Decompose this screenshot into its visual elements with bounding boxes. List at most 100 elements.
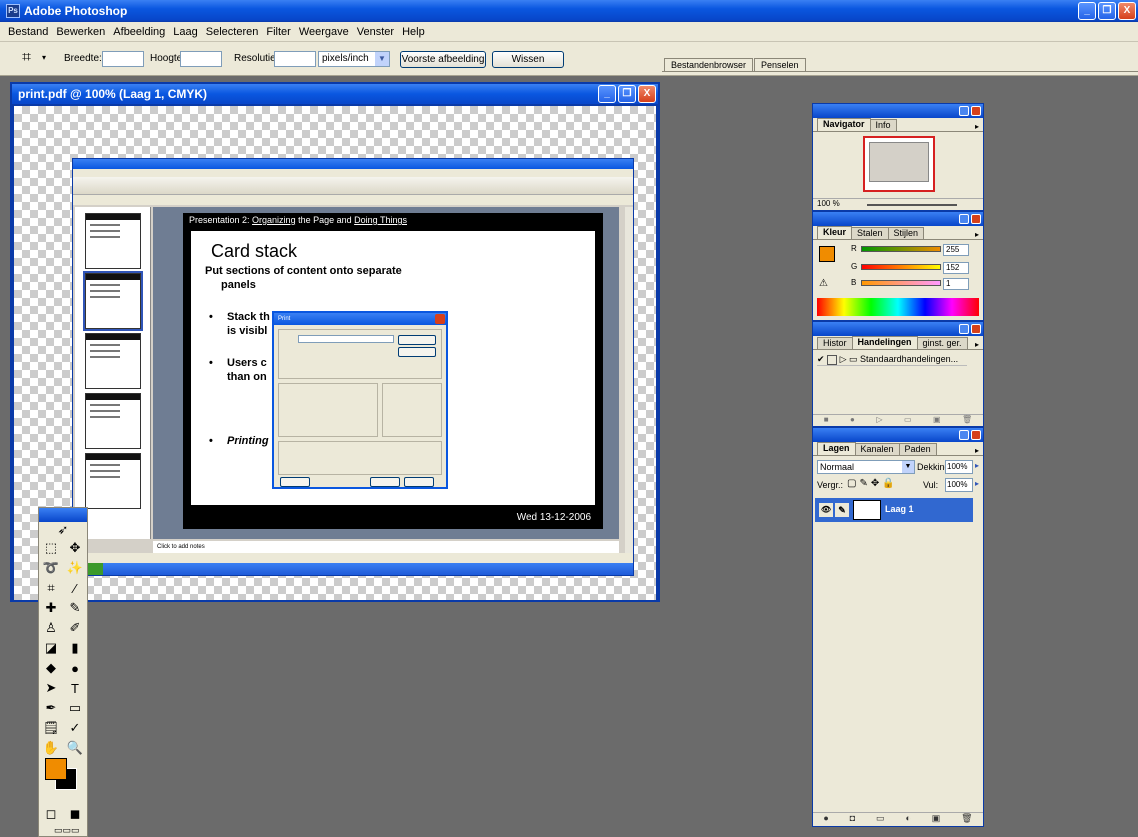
brush-tool-icon[interactable]: ✎: [66, 600, 84, 616]
palette-minimize-icon[interactable]: [959, 106, 969, 116]
palette-close-icon[interactable]: [971, 324, 981, 334]
screen-mode-icon[interactable]: ▭▭▭: [54, 825, 80, 836]
standard-mode-icon[interactable]: ◻: [42, 806, 60, 822]
menu-selecteren[interactable]: Selecteren: [202, 26, 263, 38]
eye-icon[interactable]: 👁: [819, 503, 833, 517]
shape-tool-icon[interactable]: ▭: [66, 700, 84, 716]
action-set-row[interactable]: ✔ ▷ ▭ Standaardhandelingen...: [817, 352, 967, 366]
layer-mask-icon[interactable]: ◘: [850, 813, 855, 826]
height-input[interactable]: [180, 51, 222, 67]
menu-weergave[interactable]: Weergave: [295, 26, 353, 38]
doc-close-button[interactable]: X: [638, 85, 656, 103]
resolution-input[interactable]: [274, 51, 316, 67]
menu-laag[interactable]: Laag: [169, 26, 201, 38]
palette-minimize-icon[interactable]: [959, 430, 969, 440]
dialog-toggle-icon[interactable]: [827, 354, 838, 365]
layer-style-icon[interactable]: ●: [823, 813, 828, 826]
trash-icon[interactable]: 🗑: [962, 415, 972, 426]
document-title-bar[interactable]: print.pdf @ 100% (Laag 1, CMYK) _ ❐ X: [12, 84, 658, 104]
clear-button[interactable]: Wissen: [492, 51, 564, 68]
r-value[interactable]: 255: [943, 244, 969, 256]
opacity-input[interactable]: 100%: [945, 460, 973, 474]
color-swatches[interactable]: [45, 758, 81, 794]
menu-help[interactable]: Help: [398, 26, 429, 38]
stop-icon[interactable]: ■: [824, 415, 829, 426]
brushes-tab[interactable]: Penselen: [754, 58, 806, 72]
new-action-icon[interactable]: ▣: [933, 415, 941, 426]
restore-button[interactable]: ❐: [1098, 2, 1116, 20]
palette-titlebar[interactable]: [813, 428, 983, 442]
close-button[interactable]: X: [1118, 2, 1136, 20]
palette-menu-arrow-icon[interactable]: ▸: [975, 446, 979, 455]
palette-titlebar[interactable]: [813, 212, 983, 226]
slice-tool-icon[interactable]: ⁄: [66, 581, 84, 596]
healing-brush-tool-icon[interactable]: ✚: [42, 600, 60, 616]
b-slider[interactable]: [861, 280, 941, 286]
front-image-button[interactable]: Voorste afbeelding: [400, 51, 486, 68]
check-icon[interactable]: ✔: [817, 354, 825, 364]
g-slider[interactable]: [861, 264, 941, 270]
marquee-tool-icon[interactable]: ⬚: [42, 540, 60, 556]
tab-info[interactable]: Info: [869, 119, 897, 131]
tab-swatches[interactable]: Stalen: [851, 227, 889, 239]
notes-tool-icon[interactable]: 🗒: [42, 720, 60, 736]
history-brush-tool-icon[interactable]: ✐: [66, 620, 84, 636]
lock-icons[interactable]: ▢✎✥🔒: [847, 478, 898, 489]
palette-close-icon[interactable]: [971, 106, 981, 116]
tab-paths[interactable]: Paden: [898, 443, 937, 455]
new-group-icon[interactable]: ▭: [876, 813, 885, 826]
blur-tool-icon[interactable]: ◆: [42, 660, 60, 676]
eyedropper-tool-icon[interactable]: ✓: [66, 720, 84, 736]
foreground-color-swatch[interactable]: [45, 758, 67, 780]
clone-stamp-tool-icon[interactable]: ♙: [42, 620, 60, 636]
fill-arrow-icon[interactable]: ▸: [975, 479, 979, 488]
r-slider[interactable]: [861, 246, 941, 252]
crop-tool-icon[interactable]: ⌗: [22, 49, 31, 67]
tab-channels[interactable]: Kanalen: [854, 443, 900, 455]
record-icon[interactable]: ●: [850, 415, 855, 426]
file-browser-tab[interactable]: Bestandenbrowser: [664, 58, 754, 72]
minimize-button[interactable]: _: [1078, 2, 1096, 20]
photoshop-feather-icon[interactable]: ➶: [54, 522, 72, 538]
palette-minimize-icon[interactable]: [959, 214, 969, 224]
zoom-slider[interactable]: [867, 204, 957, 206]
palette-menu-arrow-icon[interactable]: ▸: [975, 340, 979, 349]
trash-icon[interactable]: 🗑: [961, 813, 972, 826]
tab-color[interactable]: Kleur: [817, 226, 853, 239]
expand-arrow-icon[interactable]: ▷: [840, 354, 847, 364]
new-layer-icon[interactable]: ▣: [932, 813, 941, 826]
play-icon[interactable]: ▷: [876, 415, 882, 426]
palette-menu-arrow-icon[interactable]: ▸: [975, 230, 979, 239]
b-value[interactable]: 1: [943, 278, 969, 290]
lasso-tool-icon[interactable]: ➰: [42, 560, 60, 576]
resolution-unit-select[interactable]: pixels/inch ▼: [318, 51, 390, 67]
hand-tool-icon[interactable]: ✋: [42, 740, 60, 756]
gradient-tool-icon[interactable]: ▮: [66, 640, 84, 656]
palette-close-icon[interactable]: [971, 214, 981, 224]
tab-layers[interactable]: Lagen: [817, 442, 856, 455]
adjustment-layer-icon[interactable]: ◐: [905, 813, 910, 826]
doc-minimize-button[interactable]: _: [598, 85, 616, 103]
brush-icon[interactable]: ✎: [835, 503, 849, 517]
move-tool-icon[interactable]: ✥: [66, 540, 84, 556]
navigator-preview-image[interactable]: [863, 136, 935, 192]
menu-afbeelding[interactable]: Afbeelding: [109, 26, 169, 38]
menu-venster[interactable]: Venster: [353, 26, 398, 38]
palette-titlebar[interactable]: [813, 104, 983, 118]
crop-tool-icon[interactable]: ⌗: [42, 580, 60, 596]
pen-tool-icon[interactable]: ✒: [42, 700, 60, 716]
new-set-icon[interactable]: ▭: [904, 415, 912, 426]
palette-minimize-icon[interactable]: [959, 324, 969, 334]
palette-titlebar[interactable]: [813, 322, 983, 336]
fill-input[interactable]: 100%: [945, 478, 973, 492]
quick-mask-mode-icon[interactable]: ◼: [66, 806, 84, 822]
menu-filter[interactable]: Filter: [262, 26, 294, 38]
zoom-tool-icon[interactable]: 🔍: [66, 740, 84, 756]
tab-actions[interactable]: Handelingen: [851, 336, 918, 349]
magic-wand-tool-icon[interactable]: ✨: [66, 560, 84, 576]
tool-preset-arrow-icon[interactable]: ▾: [42, 53, 46, 62]
opacity-arrow-icon[interactable]: ▸: [975, 461, 979, 470]
color-spectrum-ramp[interactable]: [817, 298, 979, 316]
palette-menu-arrow-icon[interactable]: ▸: [975, 122, 979, 131]
layer-row[interactable]: 👁 ✎ Laag 1: [815, 498, 973, 522]
